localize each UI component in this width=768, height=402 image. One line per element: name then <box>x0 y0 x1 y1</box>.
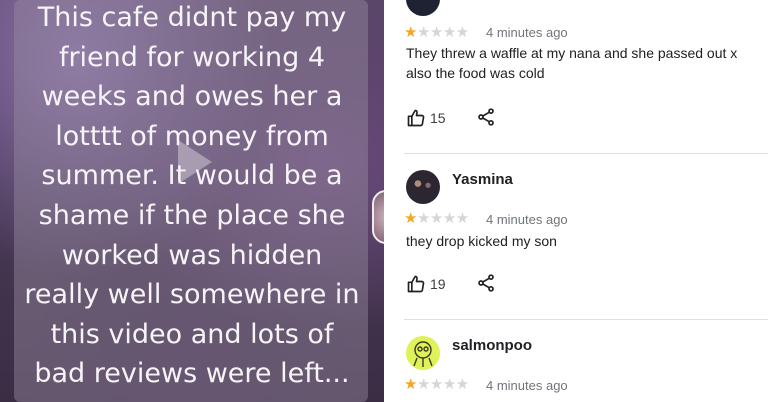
star-empty-icon: ★★★★ <box>416 24 469 41</box>
star-empty-icon: ★★★★ <box>416 376 469 393</box>
video-panel[interactable]: This cafe didnt pay my friend for workin… <box>0 0 384 402</box>
caption-line: really well somewhere in <box>24 279 360 311</box>
rating-stars: ★★★★★ <box>404 23 469 41</box>
caption-line: weeks and owes her a <box>41 81 343 113</box>
review-text: They threw a waffle at my nana and she p… <box>406 45 738 81</box>
review-time: 4 minutes ago <box>486 25 568 40</box>
review-time: 4 minutes ago <box>486 378 568 393</box>
review-text: they drop kicked my son <box>406 233 557 249</box>
reviewer-avatar[interactable] <box>406 336 440 370</box>
caption-line: This cafe didnt pay my <box>37 2 347 33</box>
reviewer-avatar[interactable] <box>406 0 440 16</box>
star-filled-icon: ★ <box>404 24 417 41</box>
avatar-doodle <box>413 341 433 367</box>
caption-line: friend for working 4 <box>58 41 326 73</box>
reviewer-name[interactable]: salmonpoo <box>452 337 532 354</box>
like-count: 15 <box>430 110 446 126</box>
caption-line: bad reviews were left... <box>34 358 350 390</box>
star-empty-icon: ★★★★ <box>416 210 469 227</box>
video-caption: This cafe didnt pay my friend for workin… <box>0 0 384 394</box>
rating-stars: ★★★★★ <box>404 375 469 393</box>
share-icon[interactable] <box>476 107 496 127</box>
star-filled-icon: ★ <box>404 376 417 393</box>
reviewer-avatar[interactable] <box>406 170 440 204</box>
reviewer-name[interactable]: Yasmina <box>452 171 513 188</box>
caption-line: shame if the place she <box>38 199 346 231</box>
caption-line: this video and lots of <box>50 318 334 350</box>
caption-line: worked was hidden <box>61 239 323 271</box>
thumbs-up-icon <box>407 109 425 127</box>
caption-line: lotttt of money from <box>55 120 329 152</box>
like-button[interactable]: 15 <box>406 108 446 128</box>
like-count: 19 <box>430 276 446 292</box>
caption-line: summer. It would be a <box>41 160 343 192</box>
star-filled-icon: ★ <box>404 210 417 227</box>
review-divider <box>404 319 768 320</box>
review-time: 4 minutes ago <box>486 212 568 227</box>
review-divider <box>404 153 768 154</box>
share-icon[interactable] <box>476 273 496 293</box>
rating-stars: ★★★★★ <box>404 209 469 227</box>
like-button[interactable]: 19 <box>406 274 446 294</box>
reviews-panel: ★★★★★ 4 minutes ago They threw a waffle … <box>384 0 768 402</box>
thumbs-up-icon <box>407 275 425 293</box>
